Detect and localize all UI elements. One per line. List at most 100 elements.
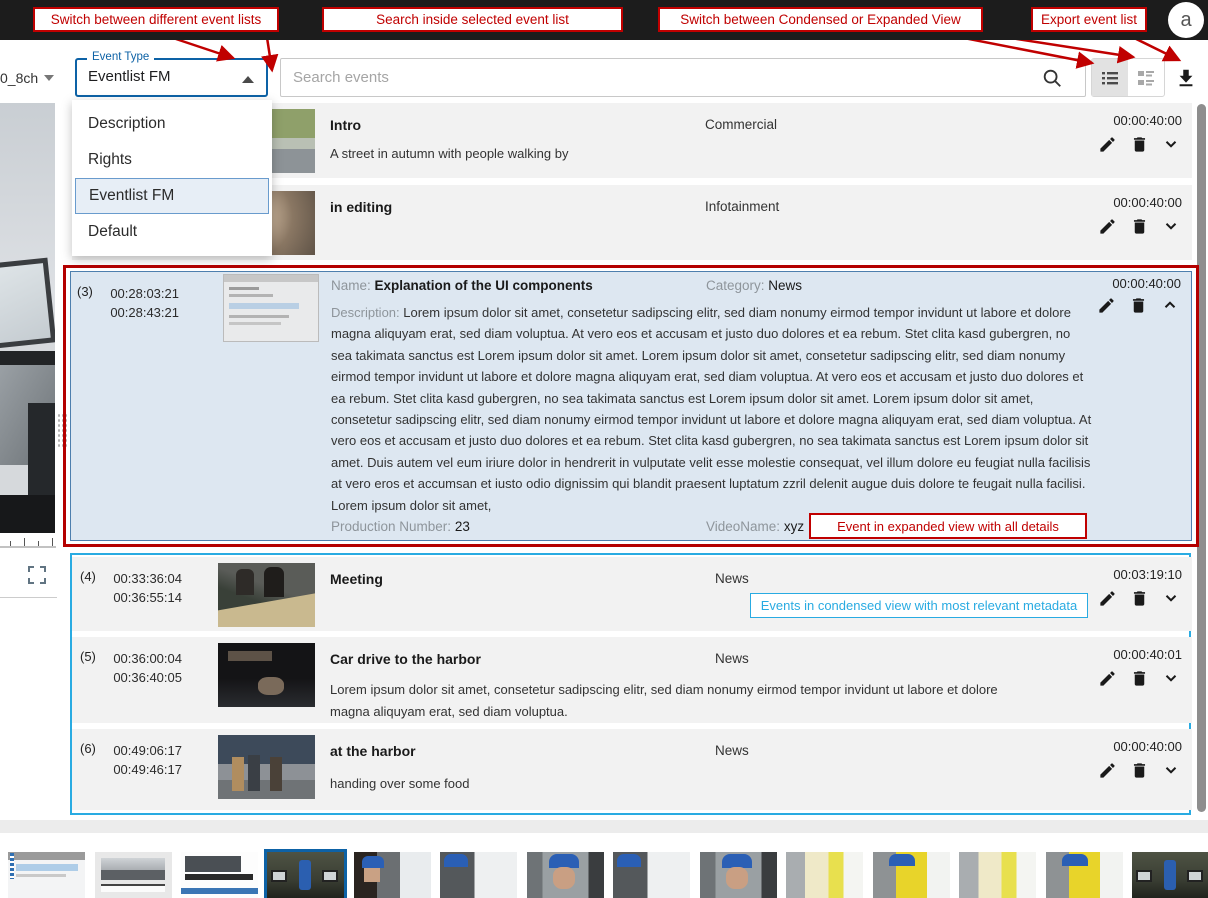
menu-item-label: Eventlist FM — [89, 187, 174, 205]
chevron-down-icon — [44, 75, 54, 81]
filmstrip-thumbnail[interactable] — [959, 852, 1036, 898]
edit-button[interactable] — [1096, 587, 1118, 609]
note-text: Search inside selected event list — [376, 12, 569, 27]
menu-item-label: Description — [88, 115, 166, 133]
note-export: Export event list — [1031, 7, 1147, 32]
delete-button[interactable] — [1128, 587, 1150, 609]
event-duration: 00:00:40:00 — [1113, 739, 1182, 754]
event-thumbnail — [218, 563, 315, 627]
filmstrip-thumbnail[interactable] — [354, 852, 431, 898]
event-timecodes: 00:36:00:04 00:36:40:05 — [100, 649, 182, 687]
menu-item-label: Default — [88, 223, 137, 241]
menu-item-eventlist-fm[interactable]: Eventlist FM — [75, 178, 269, 214]
filmstrip-thumbnail[interactable] — [1132, 852, 1208, 898]
event-type-value: Eventlist FM — [88, 68, 171, 85]
condensed-view-button[interactable] — [1092, 59, 1128, 96]
search-input[interactable] — [293, 59, 1013, 96]
note-text: Export event list — [1041, 12, 1137, 27]
delete-button[interactable] — [1128, 215, 1150, 237]
event-timecodes: 00:33:36:04 00:36:55:14 — [100, 569, 182, 607]
video-frame-shelf — [0, 351, 55, 365]
event-category: News — [715, 743, 749, 758]
menu-item-description[interactable]: Description — [72, 106, 272, 142]
delete-button[interactable] — [1128, 667, 1150, 689]
note-text: Events in condensed view with most relev… — [761, 598, 1078, 613]
event-timecodes: 00:49:06:17 00:49:46:17 — [100, 741, 182, 779]
edit-button[interactable] — [1096, 133, 1118, 155]
timecode-out: 00:36:40:05 — [100, 668, 182, 687]
edit-button[interactable] — [1096, 215, 1118, 237]
video-frame-bottom — [0, 495, 55, 533]
video-preview — [0, 103, 55, 533]
event-row[interactable]: (5) 00:36:00:04 00:36:40:05 Car drive to… — [72, 637, 1192, 723]
filmstrip-thumbnail[interactable] — [700, 852, 777, 898]
event-duration: 00:03:19:10 — [1113, 567, 1182, 582]
divider — [0, 597, 57, 598]
note-view-toggle: Switch between Condensed or Expanded Vie… — [658, 7, 983, 32]
event-title: Car drive to the harbor — [330, 651, 481, 667]
export-button[interactable] — [1172, 64, 1200, 92]
timecode-in: 00:49:06:17 — [100, 741, 182, 760]
delete-button[interactable] — [1128, 759, 1150, 781]
timecode-out: 00:36:55:14 — [100, 588, 182, 607]
event-duration: 00:00:40:01 — [1113, 647, 1182, 662]
expand-row-button[interactable] — [1160, 587, 1182, 609]
event-index: (6) — [80, 741, 96, 756]
event-type-select[interactable]: Event Type Eventlist FM — [75, 58, 268, 97]
user-avatar[interactable]: a — [1168, 2, 1204, 38]
filmstrip-thumbnail[interactable] — [95, 852, 172, 898]
filmstrip-thumbnail[interactable] — [527, 852, 604, 898]
expand-row-button[interactable] — [1160, 215, 1182, 237]
search-icon[interactable] — [1041, 67, 1063, 89]
event-index: (4) — [80, 569, 96, 584]
filmstrip-thumbnail[interactable] — [613, 852, 690, 898]
filmstrip-thumbnail[interactable] — [440, 852, 517, 898]
filmstrip[interactable] — [0, 852, 1208, 894]
filmstrip-thumbnail[interactable] — [1046, 852, 1123, 898]
timecode-in: 00:36:00:04 — [100, 649, 182, 668]
clip-selector[interactable]: 0_8ch — [0, 66, 52, 90]
expanded-event-annotation-frame — [63, 265, 1199, 547]
note-search: Search inside selected event list — [322, 7, 623, 32]
search-box[interactable] — [280, 58, 1086, 97]
menu-item-default[interactable]: Default — [72, 214, 272, 250]
event-type-label: Event Type — [87, 51, 154, 63]
note-text: Switch between different event lists — [51, 12, 262, 27]
condensed-view-note: Events in condensed view with most relev… — [750, 593, 1088, 618]
filmstrip-thumbnail[interactable] — [8, 852, 85, 898]
expanded-view-button[interactable] — [1128, 59, 1164, 96]
view-toggle-group[interactable] — [1091, 58, 1165, 97]
chevron-up-icon — [242, 76, 254, 83]
event-duration: 00:00:40:00 — [1113, 195, 1182, 210]
expand-row-button[interactable] — [1160, 133, 1182, 155]
filmstrip-thumbnail[interactable] — [181, 852, 258, 898]
event-duration: 00:00:40:00 — [1113, 113, 1182, 128]
filmstrip-thumbnail[interactable] — [873, 852, 950, 898]
delete-button[interactable] — [1128, 133, 1150, 155]
expand-row-button[interactable] — [1160, 667, 1182, 689]
fullscreen-icon[interactable] — [28, 566, 46, 584]
event-description: A street in autumn with people walking b… — [330, 143, 568, 165]
download-icon — [1175, 67, 1197, 89]
filmstrip-thumbnail[interactable] — [786, 852, 863, 898]
edit-button[interactable] — [1096, 759, 1118, 781]
event-index: (5) — [80, 649, 96, 664]
event-category: Infotainment — [705, 199, 779, 214]
note-text: Switch between Condensed or Expanded Vie… — [680, 12, 960, 27]
timecode-in: 00:33:36:04 — [100, 569, 182, 588]
filmstrip-thumbnail-selected[interactable] — [267, 852, 344, 898]
clip-name: 0_8ch — [0, 70, 38, 86]
event-title: Meeting — [330, 571, 383, 587]
event-type-menu: Description Rights Eventlist FM Default — [72, 100, 272, 256]
edit-button[interactable] — [1096, 667, 1118, 689]
event-thumbnail — [218, 735, 315, 799]
event-description: Lorem ipsum dolor sit amet, consetetur s… — [330, 679, 1030, 723]
timeline-ruler[interactable] — [0, 538, 56, 548]
view-expanded-icon — [1136, 68, 1156, 88]
event-category: Commercial — [705, 117, 777, 132]
event-description: handing over some food — [330, 773, 469, 795]
event-row[interactable]: (6) 00:49:06:17 00:49:46:17 at the harbo… — [72, 729, 1192, 810]
expand-row-button[interactable] — [1160, 759, 1182, 781]
menu-item-rights[interactable]: Rights — [72, 142, 272, 178]
view-list-icon — [1100, 68, 1120, 88]
